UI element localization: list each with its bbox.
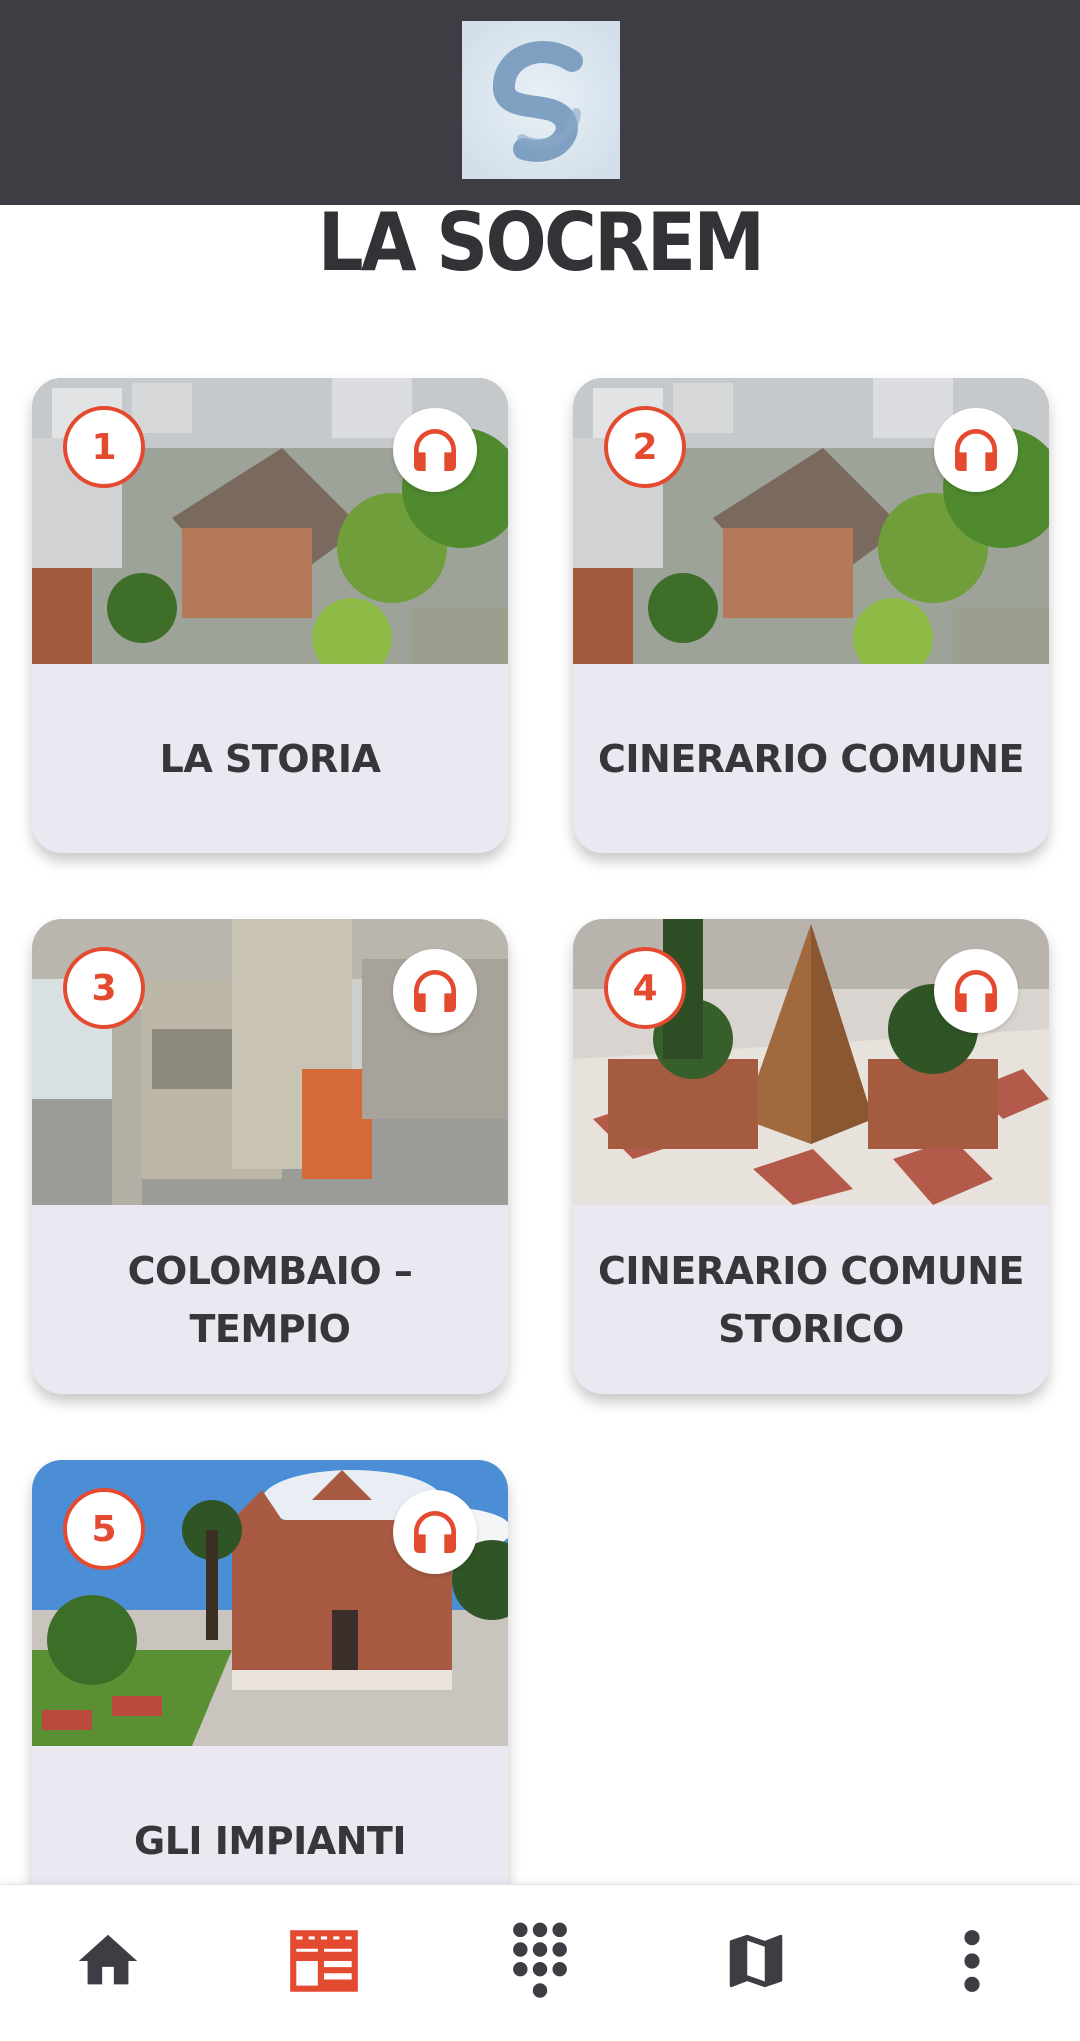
more-icon <box>964 1930 980 1992</box>
card-number-badge: 2 <box>604 406 686 488</box>
card-la-storia[interactable]: 1 LA STORIA <box>32 378 508 853</box>
map-icon <box>729 1934 783 1988</box>
card-title: CINERARIO COMUNE <box>597 736 1025 781</box>
card-colombaio-tempio[interactable]: 3 COLOMBAIO – TEMPIO <box>32 919 508 1394</box>
headphones-icon[interactable] <box>393 408 477 492</box>
card-title: COLOMBAIO – TEMPIO <box>127 1248 413 1351</box>
card-title: LA STORIA <box>159 736 381 781</box>
headphones-icon[interactable] <box>934 408 1018 492</box>
socrem-logo[interactable] <box>462 21 620 179</box>
keypad-icon <box>513 1922 567 1998</box>
card-cinerario-comune-storico[interactable]: 4 CINERARIO COMUNE STORICO <box>573 919 1049 1394</box>
card-gli-impianti[interactable]: 5 GLI IMPIANTI <box>32 1460 508 1935</box>
card-number-badge: 5 <box>63 1488 145 1570</box>
headphones-icon[interactable] <box>934 949 1018 1033</box>
card-cinerario-comune[interactable]: 2 CINERARIO COMUNE <box>573 378 1049 853</box>
page-title: LA SOCREM <box>317 196 765 289</box>
nav-news[interactable] <box>274 1911 374 2011</box>
news-list-icon <box>290 1930 358 1992</box>
card-number-badge: 1 <box>63 406 145 488</box>
nav-home[interactable] <box>58 1911 158 2011</box>
card-title: CINERARIO COMUNE STORICO <box>597 1248 1025 1351</box>
headphones-icon[interactable] <box>393 1490 477 1574</box>
nav-map[interactable] <box>706 1911 806 2011</box>
app-screen: LA SOCREM 1 LA STORIA 2 CINERARIO COMUNE… <box>0 0 1080 2041</box>
nav-keypad[interactable] <box>490 1911 590 2011</box>
card-number-badge: 3 <box>63 947 145 1029</box>
app-header <box>0 0 1080 205</box>
headphones-icon[interactable] <box>393 949 477 1033</box>
home-icon <box>78 1934 138 1985</box>
card-number-badge: 4 <box>604 947 686 1029</box>
bottom-navigation <box>0 1884 1080 2041</box>
nav-more[interactable] <box>922 1911 1022 2011</box>
